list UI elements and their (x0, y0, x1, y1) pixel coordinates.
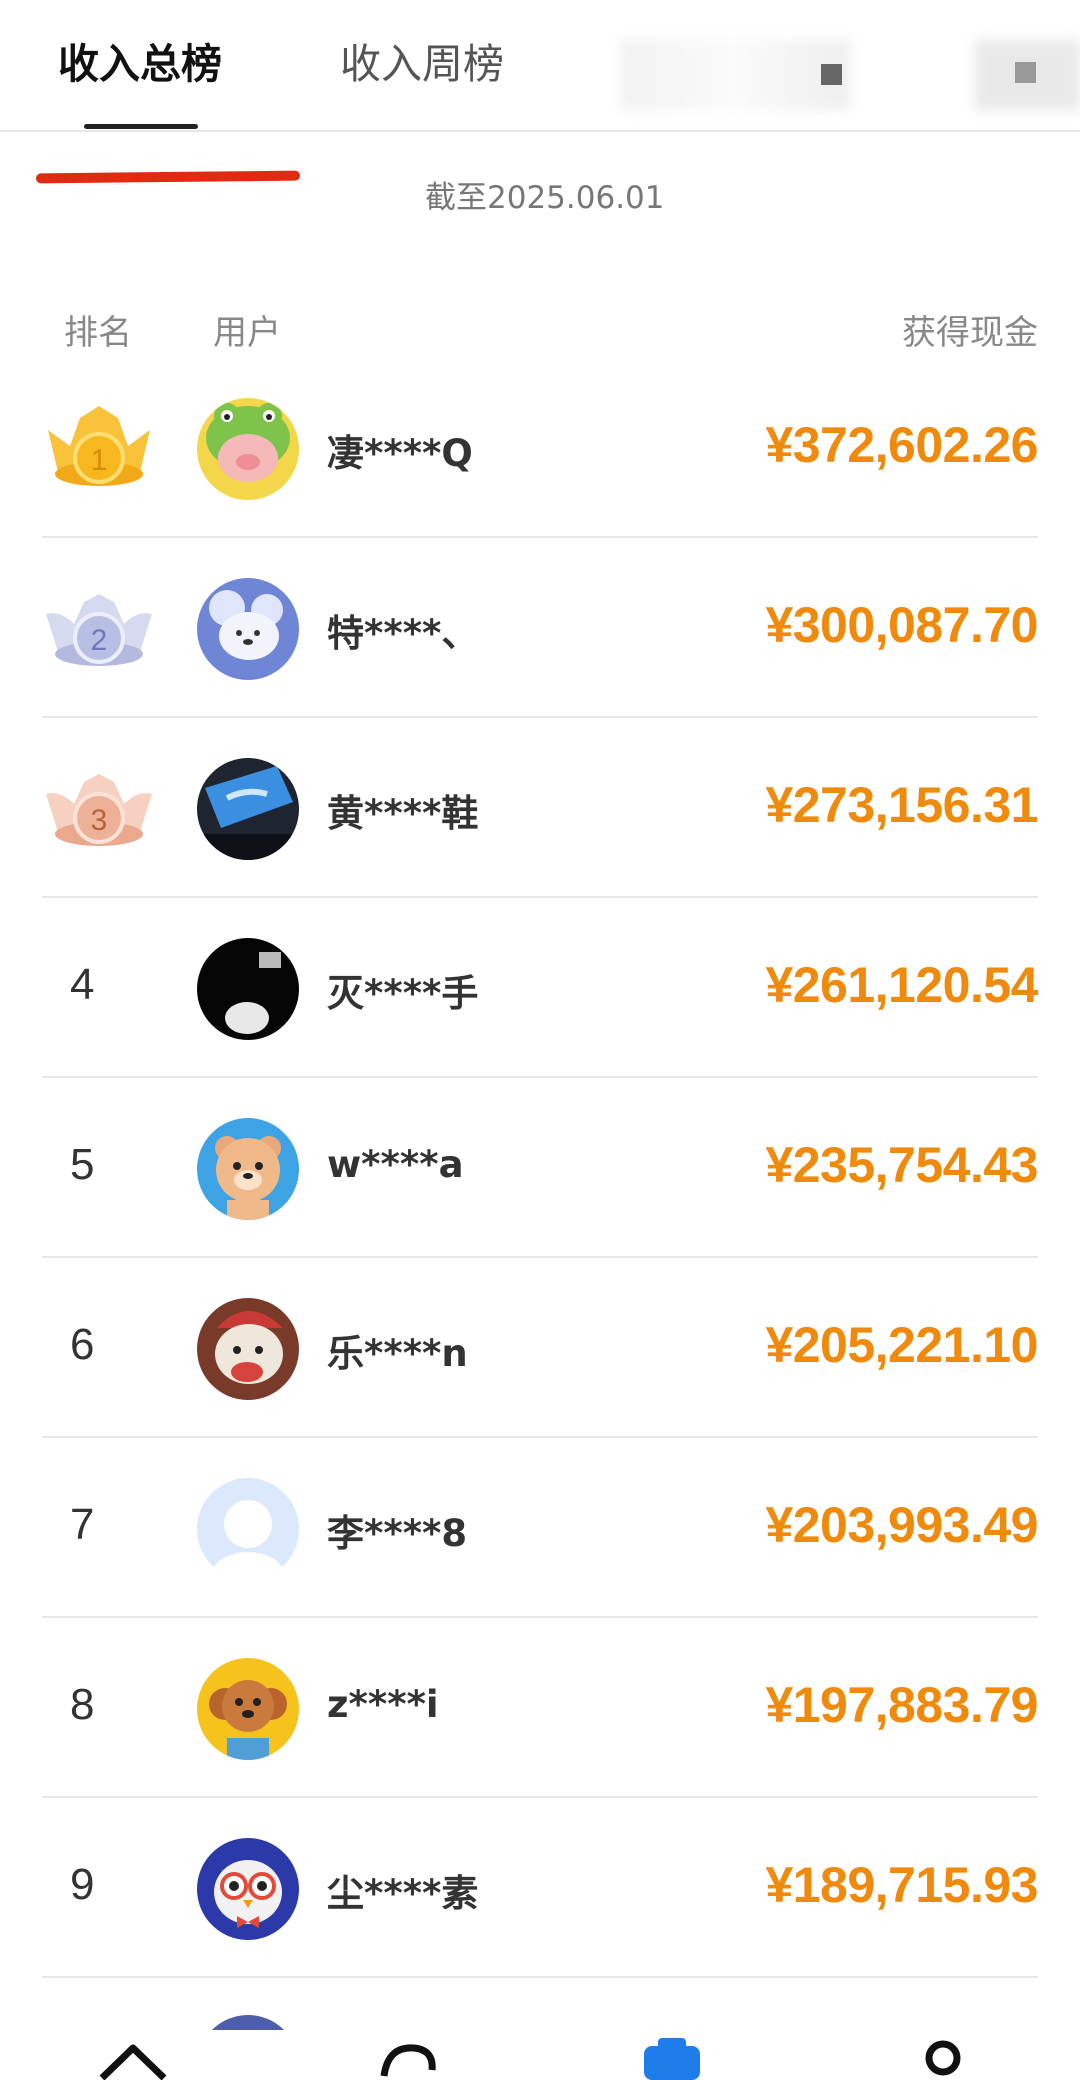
default-avatar[interactable] (197, 1478, 299, 1580)
svg-text:1: 1 (91, 444, 108, 477)
tab-total-income[interactable]: 收入总榜 (58, 38, 222, 90)
cash-amount: ¥300,087.70 (765, 597, 1038, 653)
leaderboard-row[interactable]: 1 凄****Q ¥372,602.26 (0, 358, 1080, 538)
tab-weekly-income[interactable]: 收入周榜 (340, 38, 504, 90)
gold-medal-icon: 1 (48, 406, 150, 486)
poodle-avatar[interactable] (197, 1658, 299, 1760)
user-name: 凄****Q (327, 432, 473, 475)
column-header-user: 用户 (213, 313, 281, 353)
profile-icon[interactable] (918, 2036, 968, 2080)
leaderboard-row[interactable]: 3 黄****鞋 ¥273,156.31 (0, 718, 1080, 898)
planet-icon[interactable] (376, 2040, 440, 2080)
user-name: w****a (327, 1143, 464, 1186)
leaderboard-row[interactable]: 7 李****8 ¥203,993.49 (0, 1438, 1080, 1618)
column-header-cash: 获得现金 (902, 313, 1038, 353)
svg-text:2: 2 (91, 624, 108, 657)
rank-number: 9 (70, 1860, 95, 1909)
leaderboard-row[interactable]: 6 乐****n ¥205,221.10 (0, 1258, 1080, 1438)
svg-text:3: 3 (91, 804, 108, 837)
tab-bar: 收入总榜 收入周榜 (0, 0, 1080, 132)
user-name: z****i (327, 1683, 439, 1726)
rank-number: 8 (70, 1680, 95, 1729)
leaderboard-row[interactable]: 4 灭****手 ¥261,120.54 (0, 898, 1080, 1078)
rank-number: 5 (70, 1140, 95, 1189)
redaction-square (1015, 62, 1036, 83)
leaderboard-page: 收入总榜 收入周榜 截至2025.06.01 排名 用户 获得现金 1 凄***… (0, 0, 1080, 2080)
leaderboard-row[interactable]: 2 特****、 ¥300,087.70 (0, 538, 1080, 718)
leaderboard-row[interactable]: 8 z****i ¥197,883.79 (0, 1618, 1080, 1798)
user-name: 特****、 (327, 612, 479, 655)
as-of-date: 截至2025.06.01 (425, 180, 665, 216)
highlight-mark (35, 170, 301, 184)
rank-number: 6 (70, 1320, 95, 1369)
blurred-region (620, 40, 850, 110)
user-name: 黄****鞋 (327, 792, 479, 835)
owl-avatar[interactable] (197, 1838, 299, 1940)
cash-amount: ¥372,602.26 (765, 417, 1038, 473)
row-divider (42, 1976, 1038, 1978)
user-name: 灭****手 (327, 972, 479, 1015)
rank-number: 7 (70, 1500, 95, 1549)
task-icon[interactable] (640, 2036, 704, 2080)
silver-medal-icon: 2 (46, 594, 152, 666)
dark-avatar[interactable] (197, 938, 299, 1040)
dog-santa-avatar[interactable] (197, 1298, 299, 1400)
redaction-square (821, 64, 842, 85)
cash-amount: ¥189,715.93 (765, 1857, 1038, 1913)
cash-amount: ¥261,120.54 (765, 957, 1038, 1013)
bear-cloud-avatar[interactable] (197, 578, 299, 680)
cash-amount: ¥205,221.10 (765, 1317, 1038, 1373)
column-header-rank: 排名 (64, 313, 132, 353)
home-icon[interactable] (96, 2040, 170, 2080)
user-name: 乐****n (327, 1332, 468, 1375)
cash-amount: ¥273,156.31 (765, 777, 1038, 833)
bronze-medal-icon: 3 (46, 774, 152, 846)
active-tab-indicator (84, 124, 198, 129)
cash-amount: ¥203,993.49 (765, 1497, 1038, 1553)
user-name: 尘****素 (327, 1872, 479, 1915)
user-name: 李****8 (327, 1512, 468, 1555)
leaderboard-row[interactable]: 5 w****a ¥235,754.43 (0, 1078, 1080, 1258)
cash-amount: ¥235,754.43 (765, 1137, 1038, 1193)
bottom-nav (0, 2030, 1080, 2080)
cash-amount: ¥197,883.79 (765, 1677, 1038, 1733)
car-sky-avatar[interactable] (197, 758, 299, 860)
frog-pig-avatar[interactable] (197, 398, 299, 500)
bear-cartoon-avatar[interactable] (197, 1118, 299, 1220)
rank-number: 4 (70, 960, 95, 1009)
leaderboard-row[interactable]: 9 尘****素 ¥189,715.93 (0, 1798, 1080, 1978)
